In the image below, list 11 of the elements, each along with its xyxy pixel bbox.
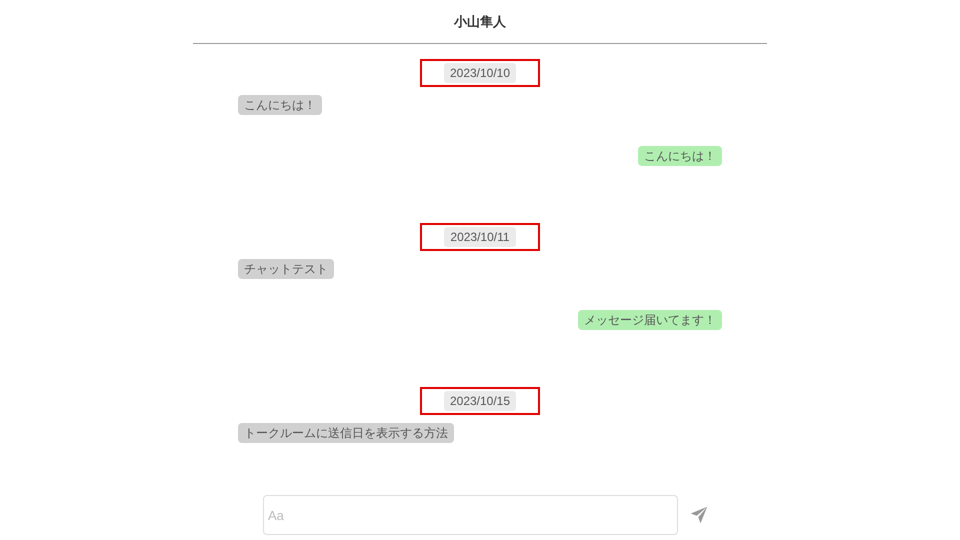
date-label: 2023/10/15 xyxy=(444,391,516,411)
received-message-bubble: こんにちは！ xyxy=(238,95,322,115)
date-label: 2023/10/11 xyxy=(444,227,516,247)
received-message-bubble: トークルームに送信日を表示する方法 xyxy=(238,423,454,443)
chat-title: 小山隼人 xyxy=(454,12,506,31)
received-message-bubble: チャットテスト xyxy=(238,259,334,279)
sent-message-bubble: メッセージ届いてます！ xyxy=(578,310,722,330)
message-input[interactable]: Aa xyxy=(263,495,678,535)
send-icon[interactable] xyxy=(690,506,708,524)
sent-message-bubble: こんにちは！ xyxy=(638,146,722,166)
date-label: 2023/10/10 xyxy=(444,63,516,83)
